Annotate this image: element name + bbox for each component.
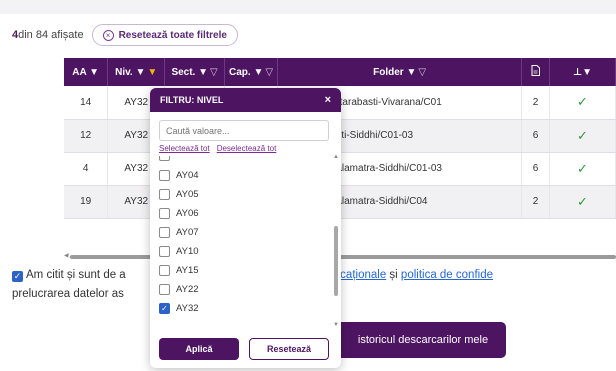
list-item[interactable]: AY22: [159, 280, 335, 299]
cell-status: ✓: [549, 86, 616, 120]
privacy-policy-link[interactable]: politica de confide: [401, 269, 493, 281]
column-header-label: Sect. ▼: [171, 66, 209, 78]
option-label: AY06: [176, 208, 199, 219]
reset-all-filters-button[interactable]: × Resetează toate filtrele: [91, 24, 238, 46]
list-item[interactable]: AY15: [159, 261, 335, 280]
cell-status: ✓: [549, 119, 616, 153]
column-header-label: Niv. ▼: [115, 66, 146, 78]
column-header-label: AA ▼: [72, 66, 100, 78]
popup-title: FILTRU: NIVEL: [160, 95, 224, 105]
list-item[interactable]: AY04: [159, 166, 335, 185]
checkbox[interactable]: [159, 170, 170, 181]
file-icon: [531, 65, 541, 76]
checkbox[interactable]: [159, 156, 170, 161]
level-filter-popup: FILTRU: NIVEL × Selectează tot Deselecte…: [150, 88, 341, 368]
cell-files: 6: [521, 119, 550, 153]
select-all-link[interactable]: Selectează tot: [159, 144, 210, 153]
checkbox[interactable]: [159, 265, 170, 276]
download-history-button[interactable]: istoricul descarcarilor mele: [330, 322, 506, 358]
consent-checkbox[interactable]: ✓: [12, 271, 23, 282]
funnel-icon[interactable]: ▽: [418, 67, 426, 78]
reset-button[interactable]: Resetează: [249, 338, 329, 360]
option-label: AY05: [176, 189, 199, 200]
check-icon: ✓: [576, 160, 588, 176]
checkbox[interactable]: [159, 284, 170, 295]
filter-search-input[interactable]: [159, 120, 329, 141]
checkbox[interactable]: [159, 208, 170, 219]
cell-aa: 4: [64, 152, 109, 186]
consent-and: și: [386, 269, 401, 281]
filter-list-scrollbar[interactable]: ▲ ▼: [333, 154, 339, 328]
column-header-label: Folder ▼: [373, 66, 417, 78]
check-icon: ✓: [576, 127, 588, 143]
list-item[interactable]: AY07: [159, 223, 335, 242]
check-icon: ✓: [576, 193, 588, 209]
option-label: AY15: [176, 265, 199, 276]
consent-text: Am citit și sunt de a: [26, 269, 126, 281]
selection-links: Selectează tot Deselectează tot: [159, 144, 276, 153]
table-header-row: AA ▼ Niv. ▼ ▼ Sect. ▼ ▽ Cap. ▼ ▽ Folder ▼ ▽ …: [64, 58, 616, 86]
cell-aa: 19: [64, 185, 109, 219]
results-toolbar: 4 din 84 afișate × Resetează toate filtr…: [12, 24, 238, 46]
popup-header: FILTRU: NIVEL ×: [150, 88, 341, 112]
clear-icon: ×: [102, 29, 114, 41]
scroll-up-arrow-icon[interactable]: ▲: [333, 154, 339, 160]
funnel-icon[interactable]: ▽: [210, 67, 218, 78]
option-label: AY32: [176, 303, 199, 314]
column-header-aa[interactable]: AA ▼: [64, 58, 109, 86]
cell-files: 2: [521, 86, 550, 120]
checkbox[interactable]: [159, 246, 170, 257]
option-label: AY07: [176, 227, 199, 238]
option-label: AY04: [176, 170, 199, 181]
check-icon: ✓: [576, 94, 588, 110]
list-item[interactable]: AY05: [159, 185, 335, 204]
deselect-all-link[interactable]: Deselectează tot: [217, 144, 277, 153]
consent-text-line2: prelucrarea datelor as: [12, 288, 124, 300]
popup-actions: Aplică Resetează: [159, 338, 329, 360]
cell-status: ✓: [549, 185, 616, 219]
column-header-cap[interactable]: Cap. ▼ ▽: [224, 58, 279, 86]
apply-button[interactable]: Aplică: [159, 338, 239, 360]
list-item[interactable]: AY06: [159, 204, 335, 223]
column-header-files[interactable]: [521, 58, 550, 86]
checkbox[interactable]: [159, 189, 170, 200]
column-header-sect[interactable]: Sect. ▼ ▽: [164, 58, 226, 86]
funnel-icon[interactable]: ▼: [147, 67, 157, 78]
reset-all-filters-label: Resetează toate filtrele: [118, 29, 227, 41]
filter-options-list: AY04 AY05 AY06 AY07 AY10 AY15 AY22 ✓ AY32: [159, 156, 335, 324]
scroll-down-arrow-icon[interactable]: ▼: [333, 322, 339, 328]
column-header-niv[interactable]: Niv. ▼ ▼: [107, 58, 166, 86]
cell-aa: 12: [64, 119, 109, 153]
funnel-icon[interactable]: ▽: [265, 67, 273, 78]
close-icon[interactable]: ×: [325, 94, 331, 106]
list-item-partial: [159, 156, 335, 166]
cell-files: 6: [521, 152, 550, 186]
column-header-label: ⊥▼: [572, 66, 592, 78]
scrollbar-thumb[interactable]: [334, 226, 338, 296]
column-header-folder[interactable]: Folder ▼ ▽: [277, 58, 523, 86]
cell-files: 2: [521, 185, 550, 219]
checkbox-checked[interactable]: ✓: [159, 303, 170, 314]
list-item[interactable]: AY10: [159, 242, 335, 261]
cell-aa: 14: [64, 86, 109, 120]
option-label: AY10: [176, 246, 199, 257]
cell-status: ✓: [549, 152, 616, 186]
results-text: din 84 afișate: [18, 29, 84, 41]
option-label: AY22: [176, 284, 199, 295]
column-header-download[interactable]: ⊥▼: [549, 58, 616, 86]
list-item[interactable]: ✓ AY32: [159, 299, 335, 318]
column-header-label: Cap. ▼: [229, 66, 264, 78]
checkbox[interactable]: [159, 227, 170, 238]
